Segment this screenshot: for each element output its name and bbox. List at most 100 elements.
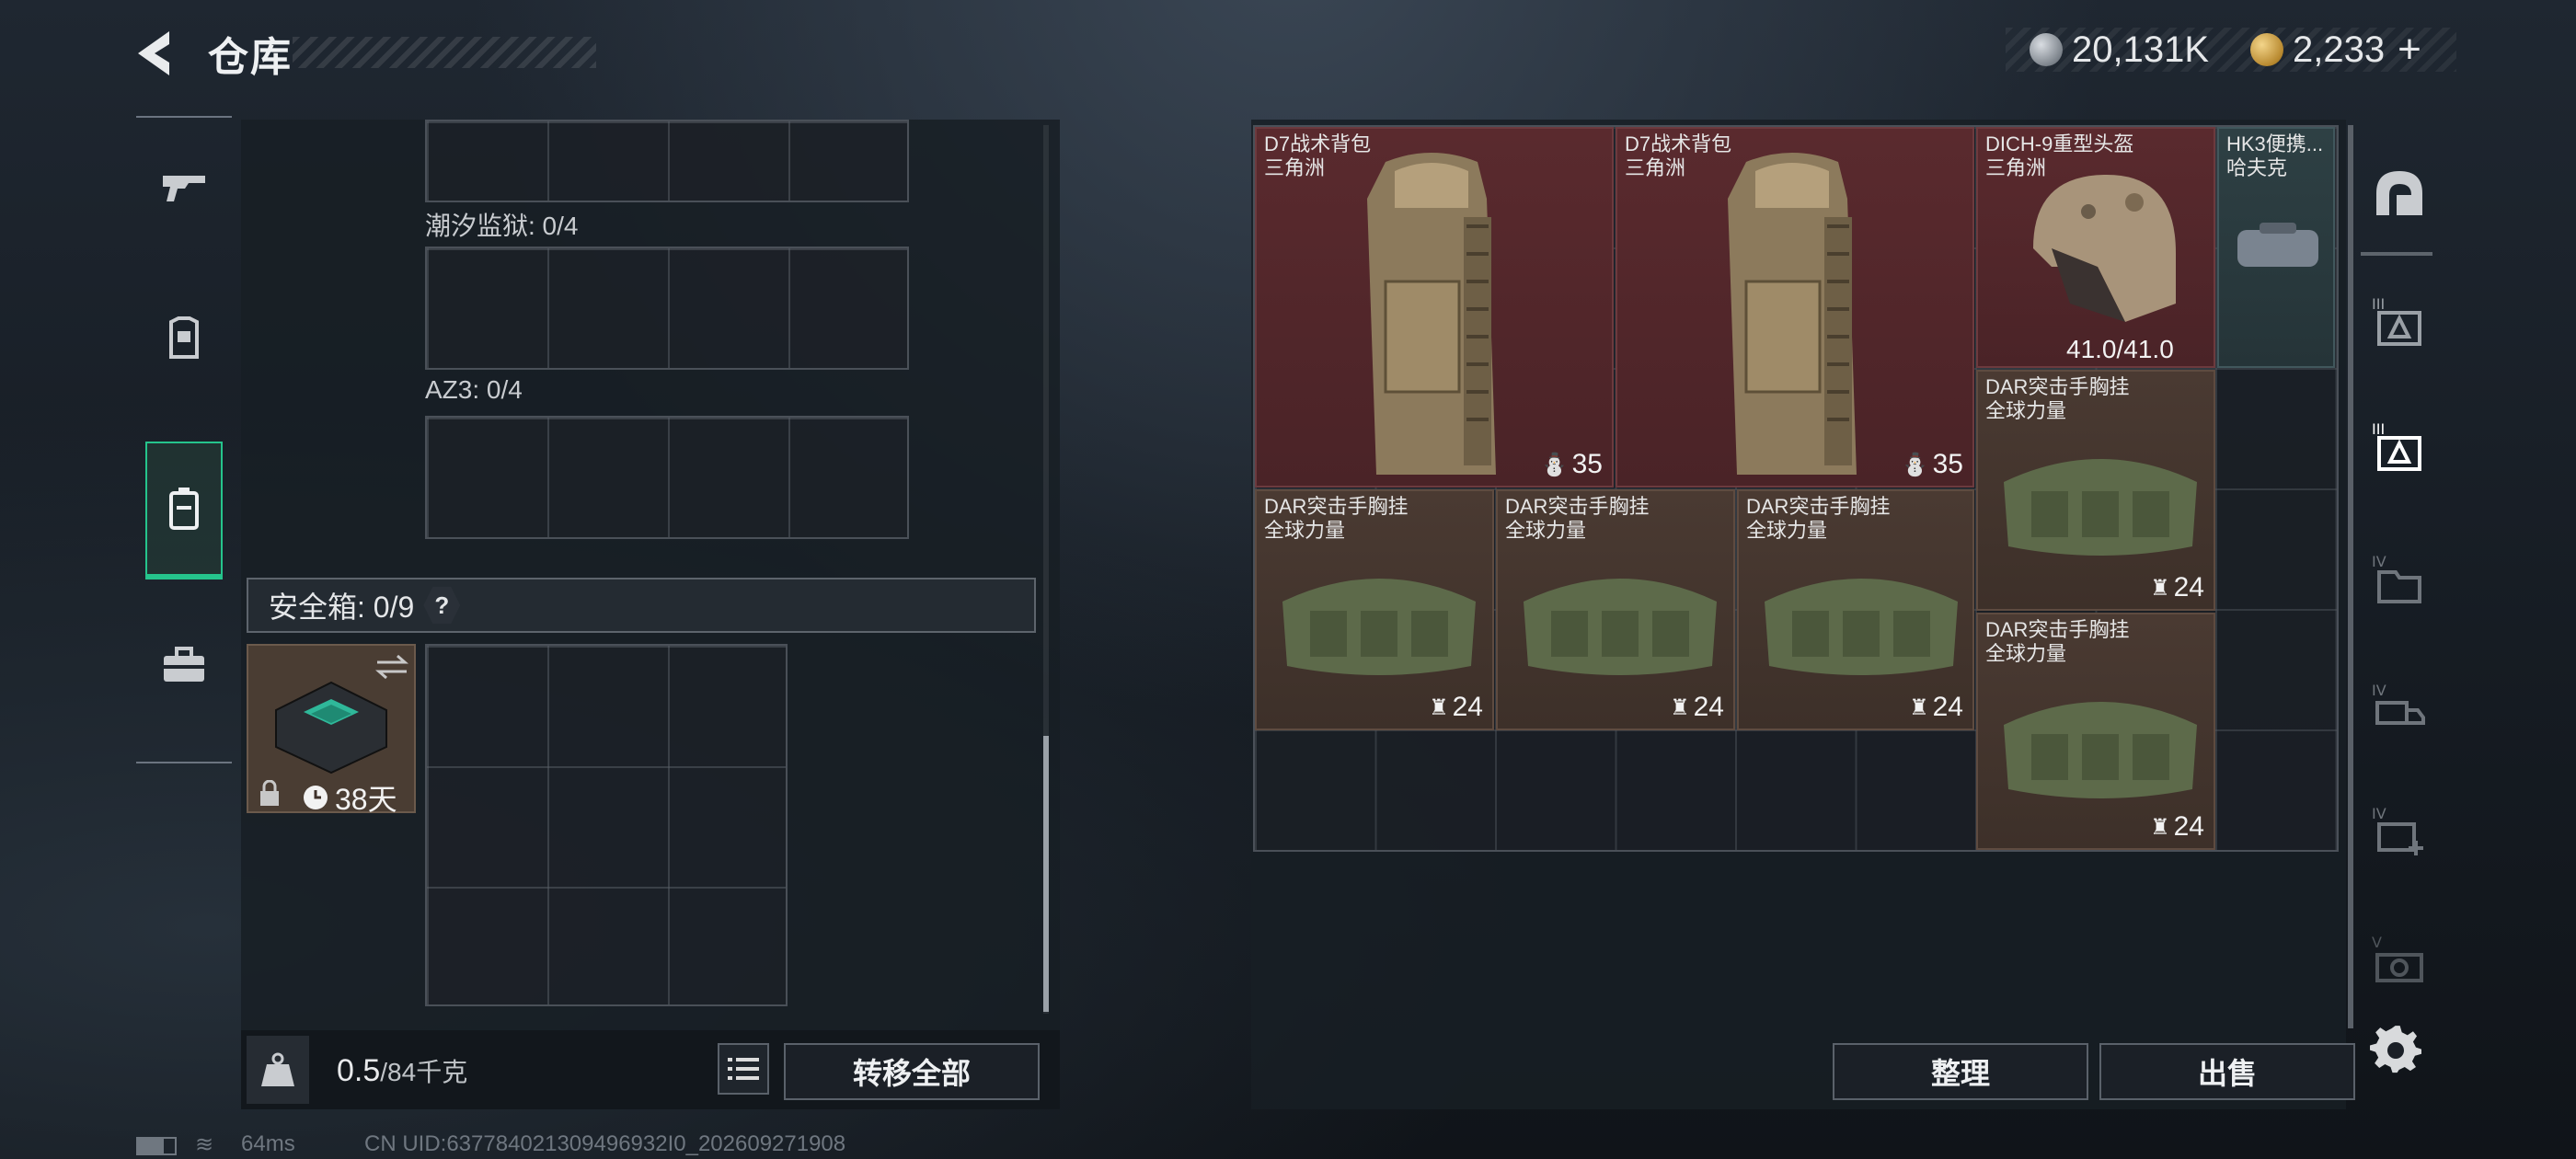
sell-button[interactable]: 出售 (2099, 1043, 2355, 1100)
weight-icon-box (247, 1036, 309, 1104)
category-nav (136, 116, 232, 763)
inventory-item-chest-rig[interactable]: DAR突击手胸挂 全球力量 ♜ 24 (1737, 489, 1974, 730)
safe-box-label: 安全箱: 0/9 (269, 591, 415, 624)
safe-box-art (275, 681, 387, 775)
section-label-az3: AZ3: 0/4 (425, 375, 523, 404)
item-armor-badge: ♜ 24 (2150, 811, 2204, 842)
item-capacity-badge: ⛄ 35 (1540, 449, 1603, 479)
inventory-item-chest-rig[interactable]: DAR突击手胸挂 全球力量 ♜ 24 (1255, 489, 1494, 730)
settings-gear-icon[interactable] (2370, 1023, 2422, 1074)
silver-coin-icon (2030, 33, 2063, 66)
inventory-item-chest-rig[interactable]: DAR突击手胸挂 全球力量 ♜ 24 (1976, 370, 2215, 611)
item-name-label: DAR突击手胸挂 全球力量 (1264, 495, 1409, 542)
chest-rig-art (1765, 579, 1958, 675)
item-name-label: DAR突击手胸挂 全球力量 (1985, 618, 2130, 665)
armor-class-icon: ♜ (1429, 694, 1449, 720)
inventory-item-hk3[interactable]: HK3便携... 哈夫克 (2217, 127, 2335, 368)
toolbox-icon (164, 647, 204, 682)
item-name-label: DAR突击手胸挂 全球力量 (1505, 495, 1650, 542)
nav-weapons[interactable] (136, 118, 232, 256)
weight-current: 0.5 (337, 1053, 381, 1088)
camera-icon: V (2372, 934, 2423, 982)
container-grid-top[interactable] (425, 120, 909, 202)
silver-amount: 20,131K (2072, 29, 2210, 70)
svg-text:V: V (2372, 934, 2382, 951)
stash-page-5[interactable]: IV (2361, 653, 2438, 763)
nav-backpack[interactable] (145, 442, 223, 580)
chest-rig-art (2004, 459, 2197, 556)
item-armor-badge: ♜ 24 (1670, 692, 1724, 722)
stash-page-2[interactable]: III (2361, 267, 2438, 377)
list-view-button[interactable] (718, 1043, 769, 1095)
weight-capacity: /84千克 (380, 1058, 468, 1086)
backpack-icon (169, 488, 199, 530)
gold-coin-icon (2250, 33, 2283, 66)
battery-icon (136, 1137, 177, 1155)
helmet-art (2033, 175, 2176, 322)
help-icon[interactable]: ? (423, 587, 461, 624)
right-scrollbar[interactable] (2348, 125, 2353, 1028)
gun-icon (163, 176, 205, 201)
svg-text:III: III (2372, 295, 2385, 313)
item-capacity-badge: ⛄ 35 (1901, 449, 1963, 479)
weight-readout: 0.5/84千克 (337, 1052, 467, 1089)
container-grid-tidal[interactable] (425, 247, 909, 370)
safe-box-grid[interactable] (425, 644, 788, 1006)
swap-icon[interactable] (374, 653, 410, 681)
backpack-art (1728, 153, 1857, 475)
armor-class-icon: ♜ (1670, 694, 1690, 720)
chest-rig-art (1524, 579, 1717, 675)
medkit-icon: IV (2372, 805, 2423, 855)
lock-icon (260, 780, 279, 806)
item-name-label: DAR突击手胸挂 全球力量 (1985, 375, 2130, 422)
item-name-label: HK3便携... 哈夫克 (2226, 132, 2324, 179)
chest-rig-art (2004, 702, 2197, 798)
safe-box-timer: 38天 (302, 776, 397, 819)
chest-rig-art (1282, 579, 1476, 675)
svg-text:III: III (2372, 420, 2385, 438)
safe-box-item[interactable]: 38天 (247, 644, 416, 816)
gold-amount: 2,233 (2293, 29, 2386, 70)
item-name-label: DAR突击手胸挂 全球力量 (1746, 495, 1891, 542)
inventory-item-helmet[interactable]: DICH-9重型头盔 三角洲 41.0/41.0 (1976, 127, 2215, 368)
add-currency-icon[interactable]: + (2398, 27, 2421, 73)
folder-icon: IV (2372, 553, 2421, 603)
section-label-tidal: 潮汐监狱: 0/4 (425, 212, 579, 240)
left-scrollbar-thumb[interactable] (1043, 736, 1049, 1012)
item-armor-badge: ♜ 24 (1909, 692, 1963, 722)
sort-button[interactable]: 整理 (1833, 1043, 2088, 1100)
silver-currency: 20,131K (2030, 29, 2209, 70)
weight-icon: ⛄ (1540, 452, 1569, 477)
backpack-art (1367, 153, 1496, 475)
vault-icon (2376, 171, 2422, 215)
inventory-item-backpack[interactable]: D7战术背包 三角洲 ⛄ 35 (1255, 127, 1614, 488)
inventory-item-backpack[interactable]: D7战术背包 三角洲 ⛄ 35 (1616, 127, 1974, 488)
ping-readout: 64ms (241, 1131, 295, 1156)
bag-art (2237, 223, 2318, 267)
weight-icon: ⛄ (1901, 452, 1929, 477)
inventory-item-chest-rig[interactable]: DAR突击手胸挂 全球力量 ♜ 24 (1496, 489, 1735, 730)
stash-page-icon: III (2372, 295, 2421, 346)
stash-page-6[interactable]: IV (2361, 776, 2438, 887)
stash-page-7[interactable]: V (2361, 905, 2438, 1016)
stash-page-4[interactable]: IV (2361, 524, 2438, 635)
nav-divider (2361, 252, 2432, 256)
weight-icon (261, 1052, 294, 1086)
transfer-all-button[interactable]: 转移全部 (784, 1043, 1040, 1100)
list-icon (728, 1058, 759, 1080)
item-name-label: D7战术背包 三角洲 (1264, 132, 1372, 179)
nav-equipment[interactable] (136, 270, 232, 407)
page-title: 仓库 (208, 35, 293, 80)
stash-page-3-active[interactable]: III (2361, 392, 2438, 502)
wifi-icon: ≋ (195, 1132, 214, 1157)
item-armor-badge: ♜ 24 (1429, 692, 1483, 722)
nav-toolbox[interactable] (136, 596, 232, 734)
uid-readout: CN UID:637784021309496932I0_202609271908 (364, 1131, 846, 1156)
container-grid-az3[interactable] (425, 416, 909, 539)
stash-page-all[interactable] (2361, 138, 2438, 248)
inventory-item-chest-rig[interactable]: DAR突击手胸挂 全球力量 ♜ 24 (1976, 613, 2215, 850)
gold-currency[interactable]: 2,233 + (2250, 27, 2421, 73)
item-armor-badge: ♜ 24 (2150, 572, 2204, 602)
back-arrow-icon[interactable] (129, 26, 184, 81)
armor-class-icon: ♜ (2150, 575, 2170, 601)
